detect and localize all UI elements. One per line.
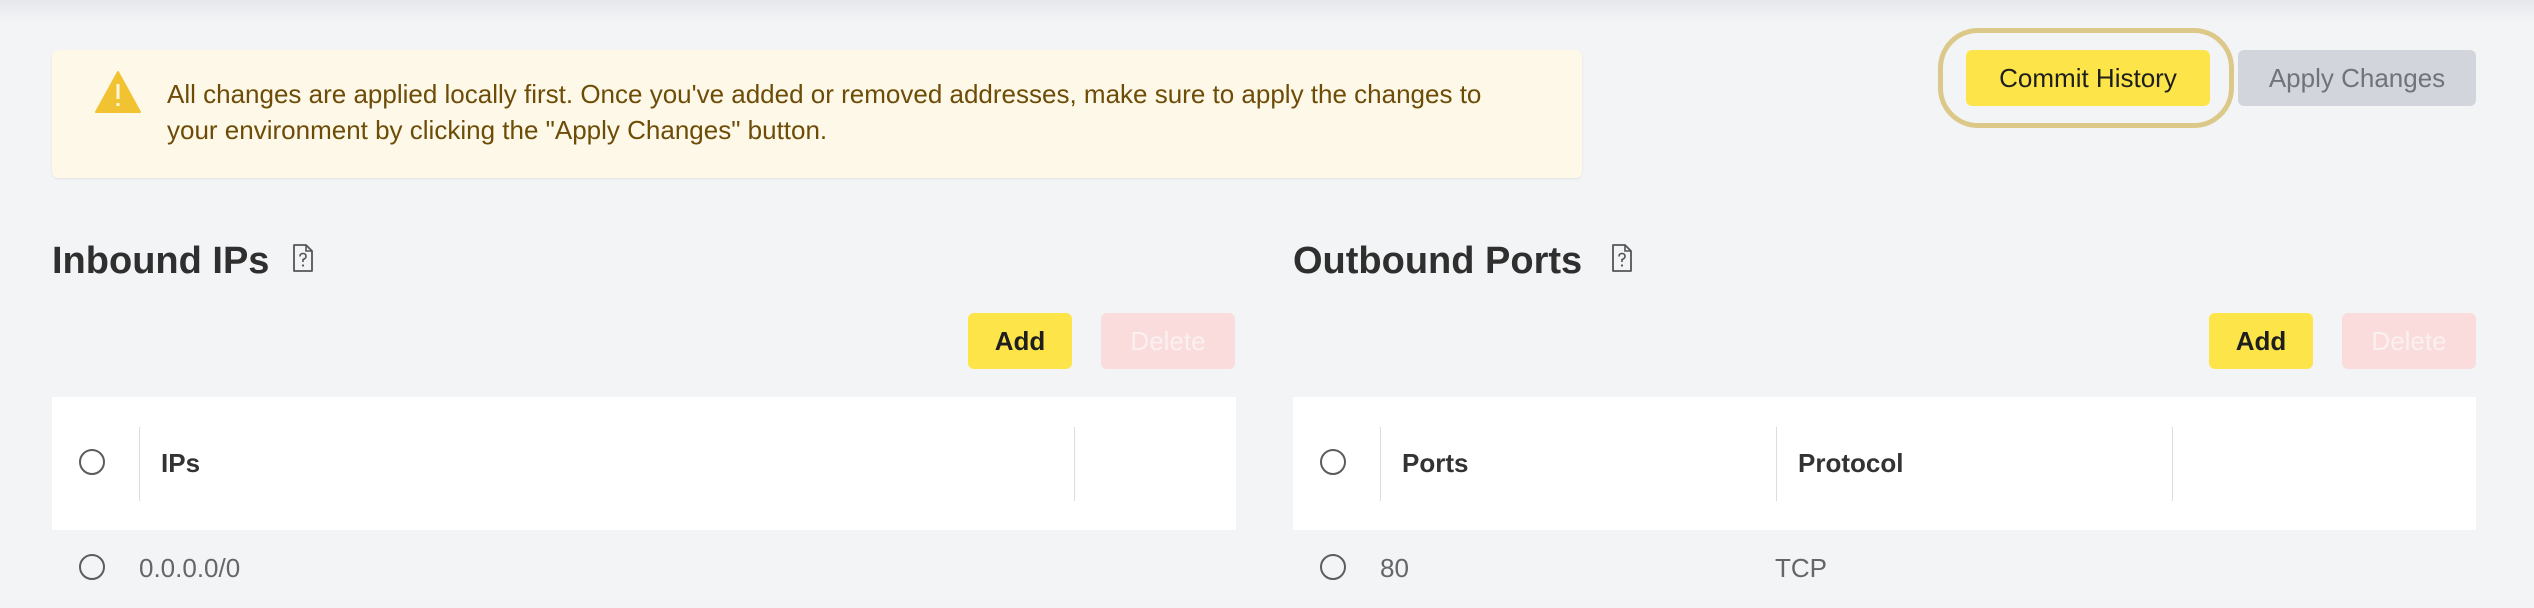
- outbound-row-radio[interactable]: [1320, 554, 1346, 580]
- column-divider: [1074, 427, 1075, 501]
- column-header-protocol: Protocol: [1798, 448, 1904, 478]
- apply-changes-alert: All changes are applied locally first. O…: [52, 50, 1582, 178]
- outbound-ports-title: Outbound Ports: [1293, 240, 1583, 282]
- apply-changes-button[interactable]: Apply Changes: [2238, 50, 2476, 106]
- column-divider: [139, 427, 140, 501]
- top-shadow: [0, 0, 2534, 22]
- outbound-protocol-cell: TCP: [1775, 553, 1827, 583]
- column-header-ports: Ports: [1402, 448, 1469, 478]
- outbound-table-header: Ports Protocol: [1293, 397, 2476, 530]
- column-divider: [1776, 427, 1777, 501]
- inbound-table-header: IPs: [52, 397, 1236, 530]
- column-divider: [2172, 427, 2173, 501]
- inbound-row-radio[interactable]: [79, 554, 105, 580]
- alert-message: All changes are applied locally first. O…: [167, 79, 1482, 145]
- inbound-documentation-icon[interactable]: [292, 244, 314, 272]
- inbound-select-all-radio[interactable]: [79, 449, 105, 475]
- outbound-documentation-icon[interactable]: [1611, 244, 1633, 272]
- outbound-add-button[interactable]: Add: [2209, 313, 2313, 369]
- outbound-port-cell: 80: [1380, 553, 1409, 583]
- inbound-add-button[interactable]: Add: [968, 313, 1072, 369]
- outbound-select-all-radio[interactable]: [1320, 449, 1346, 475]
- inbound-ip-cell: 0.0.0.0/0: [139, 553, 241, 583]
- commit-history-button[interactable]: Commit History: [1966, 50, 2210, 106]
- column-header-ips: IPs: [161, 448, 201, 478]
- outbound-delete-button[interactable]: Delete: [2342, 313, 2476, 369]
- inbound-delete-button[interactable]: Delete: [1101, 313, 1235, 369]
- inbound-ips-title: Inbound IPs: [52, 240, 270, 282]
- column-divider: [1380, 427, 1381, 501]
- warning-triangle-icon: [95, 71, 141, 113]
